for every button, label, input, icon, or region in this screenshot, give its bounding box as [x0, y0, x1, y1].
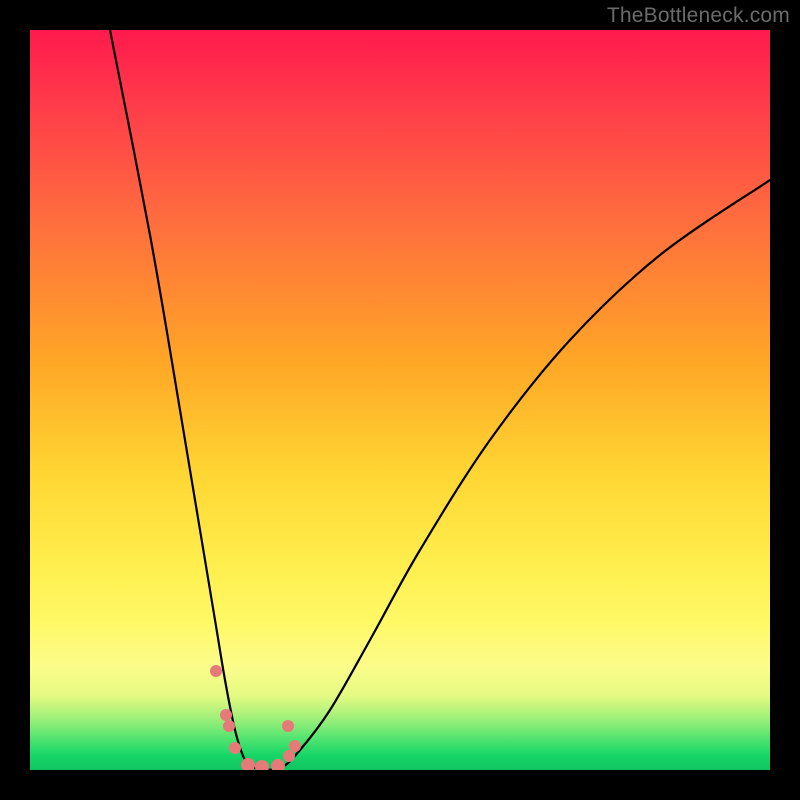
- curve-markers: [210, 665, 301, 770]
- curve-marker: [223, 720, 235, 732]
- curve-marker: [271, 759, 285, 770]
- curve-marker: [210, 665, 222, 677]
- curve-marker: [220, 709, 232, 721]
- watermark-text: TheBottleneck.com: [607, 4, 790, 28]
- curve-marker: [255, 760, 269, 770]
- curve-marker: [241, 758, 255, 770]
- curve-marker: [229, 742, 241, 754]
- bottleneck-curve-svg: [30, 30, 770, 770]
- curve-marker: [289, 740, 301, 752]
- curve-marker: [283, 750, 295, 762]
- curve-path: [110, 30, 770, 770]
- curve-marker: [282, 720, 294, 732]
- chart-plot-area: [30, 30, 770, 770]
